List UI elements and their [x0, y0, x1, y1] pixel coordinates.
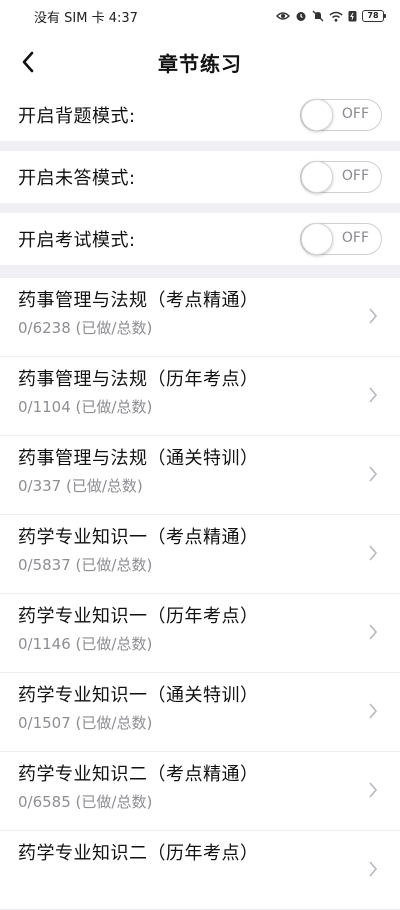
header: 章节练习 [0, 32, 400, 92]
chapter-title: 药事管理与法规（考点精通） [18, 290, 259, 311]
status-bar: 没有 SIM 卡 4:37 78 [0, 0, 400, 32]
chapter-item[interactable]: 药学专业知识一（考点精通） 0/5837 (已做/总数) [0, 515, 400, 594]
battery-icon: 78 [362, 10, 386, 22]
alarm-icon [296, 12, 306, 21]
chapter-list: 药事管理与法规（考点精通） 0/6238 (已做/总数) 药事管理与法规（历年考… [0, 278, 400, 910]
chapter-item[interactable]: 药事管理与法规（考点精通） 0/6238 (已做/总数) [0, 278, 400, 357]
status-icons: 78 [276, 10, 386, 22]
recite-mode-switch[interactable]: OFF [300, 98, 382, 131]
toggle-row-unanswered-mode: 开启未答模式: OFF [0, 151, 400, 203]
back-button[interactable] [14, 46, 42, 78]
chapter-progress: 0/5837 (已做/总数) [18, 556, 153, 574]
chapter-title: 药事管理与法规（历年考点） [18, 369, 259, 390]
eye-icon [276, 12, 290, 20]
chevron-right-icon [369, 308, 378, 324]
chapter-progress: 0/6585 (已做/总数) [18, 793, 153, 811]
switch-knob [301, 98, 333, 131]
wifi-icon [329, 11, 343, 22]
chapter-title: 药学专业知识一（历年考点） [18, 606, 259, 627]
chapter-item[interactable]: 药学专业知识二（考点精通） 0/6585 (已做/总数) [0, 752, 400, 831]
chapter-progress: 0/6238 (已做/总数) [18, 319, 153, 337]
chevron-right-icon [369, 387, 378, 403]
switch-knob [301, 160, 333, 193]
toggle-row-recite-mode: 开启背题模式: OFF [0, 89, 400, 141]
chapter-title: 药学专业知识一（通关特训） [18, 685, 259, 706]
chapter-item[interactable]: 药事管理与法规（历年考点） 0/1104 (已做/总数) [0, 357, 400, 436]
page-title: 章节练习 [158, 51, 242, 76]
toggle-label: 开启背题模式: [18, 106, 136, 127]
toggle-label: 开启未答模式: [18, 168, 136, 189]
toggle-label: 开启考试模式: [18, 230, 136, 251]
battery-saver-icon [348, 11, 357, 22]
chapter-title: 药事管理与法规（通关特训） [18, 448, 259, 469]
chapter-item[interactable]: 药学专业知识一（通关特训） 0/1507 (已做/总数) [0, 673, 400, 752]
chapter-item[interactable]: 药事管理与法规（通关特训） 0/337 (已做/总数) [0, 436, 400, 515]
chapter-progress: 0/1146 (已做/总数) [18, 635, 153, 653]
chapter-title: 药学专业知识二（历年考点） [18, 843, 259, 864]
section-divider [0, 265, 400, 278]
switch-state-text: OFF [341, 168, 369, 184]
chevron-right-icon [369, 861, 378, 877]
chapter-item[interactable]: 药学专业知识一（历年考点） 0/1146 (已做/总数) [0, 594, 400, 673]
chapter-item[interactable]: 药学专业知识二（历年考点） [0, 831, 400, 910]
chapter-title: 药学专业知识二（考点精通） [18, 764, 259, 785]
chevron-right-icon [369, 466, 378, 482]
section-divider [0, 203, 400, 213]
toggle-row-exam-mode: 开启考试模式: OFF [0, 213, 400, 265]
switch-state-text: OFF [341, 106, 369, 122]
section-divider [0, 141, 400, 151]
switch-knob [301, 222, 333, 255]
status-time: 没有 SIM 卡 4:37 [34, 10, 138, 26]
switch-state-text: OFF [341, 230, 369, 246]
chapter-progress: 0/1104 (已做/总数) [18, 398, 153, 416]
chevron-right-icon [369, 782, 378, 798]
exam-mode-switch[interactable]: OFF [300, 222, 382, 255]
chevron-right-icon [369, 545, 378, 561]
back-arrow-icon [22, 51, 34, 73]
chapter-progress: 0/337 (已做/总数) [18, 477, 143, 495]
unanswered-mode-switch[interactable]: OFF [300, 160, 382, 193]
mute-icon [312, 10, 324, 22]
chapter-progress: 0/1507 (已做/总数) [18, 714, 153, 732]
chevron-right-icon [369, 624, 378, 640]
chapter-title: 药学专业知识一（考点精通） [18, 527, 259, 548]
chevron-right-icon [369, 703, 378, 719]
